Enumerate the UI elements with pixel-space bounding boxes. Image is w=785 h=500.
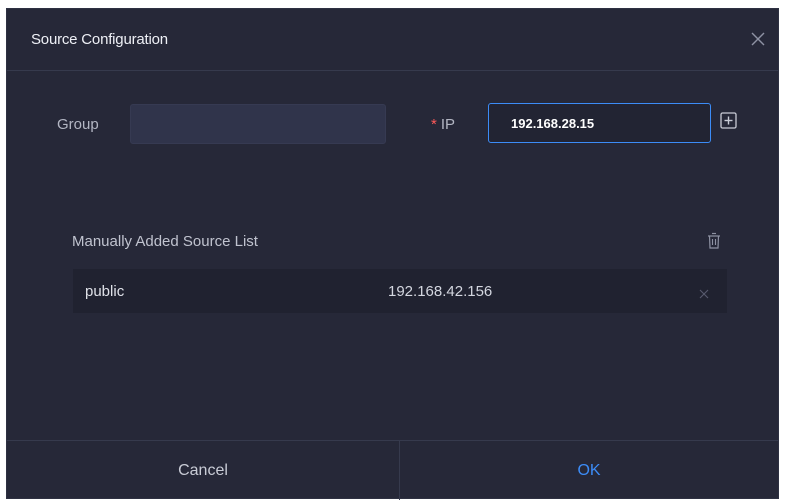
- group-input[interactable]: [130, 104, 386, 144]
- required-mark: *: [431, 116, 437, 133]
- close-icon[interactable]: [748, 29, 768, 49]
- dialog-footer: Cancel OK: [7, 440, 778, 500]
- ip-label-text: IP: [440, 116, 456, 133]
- cancel-button[interactable]: Cancel: [7, 441, 399, 500]
- close-icon[interactable]: [699, 286, 709, 299]
- source-list-title: Manually Added Source List: [72, 233, 258, 250]
- plus-square-icon[interactable]: [720, 112, 737, 129]
- source-name: public: [85, 283, 125, 300]
- dialog-header: Source Configuration: [7, 9, 778, 71]
- source-list-row: public 192.168.42.156: [73, 269, 727, 313]
- source-ip: 192.168.42.156: [388, 283, 493, 300]
- source-configuration-dialog: Source Configuration Group *IP Manually …: [6, 8, 779, 500]
- ip-label: * IP: [431, 116, 455, 133]
- ip-input[interactable]: [488, 103, 711, 143]
- ok-button[interactable]: OK: [400, 441, 778, 500]
- group-label: Group: [57, 116, 99, 133]
- trash-icon[interactable]: [706, 232, 722, 250]
- dialog-title: Source Configuration: [31, 31, 168, 48]
